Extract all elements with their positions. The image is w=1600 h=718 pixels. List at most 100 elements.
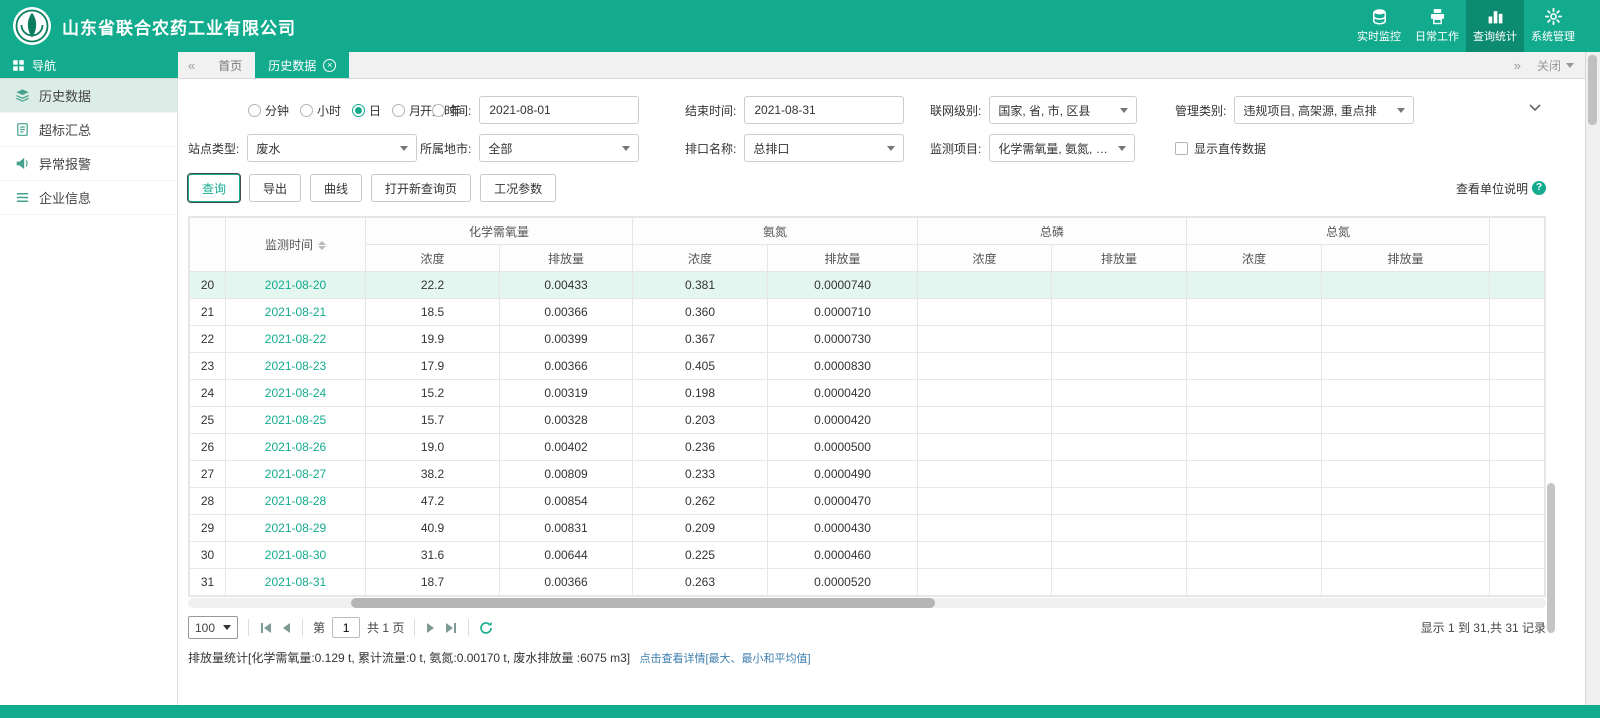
outlet-select[interactable]: 总排口 — [744, 134, 904, 162]
table-row[interactable]: 212021-08-2118.50.003660.3600.0000710 — [190, 299, 1545, 326]
refresh-icon[interactable] — [479, 621, 493, 635]
export-button[interactable]: 导出 — [249, 174, 301, 202]
first-page-button[interactable] — [259, 622, 273, 634]
city-select[interactable]: 全部 — [479, 134, 639, 162]
start-time-field: 开始时间: — [420, 96, 685, 124]
monitor-items-label: 监测项目: — [930, 140, 981, 157]
last-page-button[interactable] — [444, 622, 458, 634]
sidebar-item-label: 企业信息 — [39, 188, 91, 207]
start-time-input[interactable] — [479, 96, 639, 124]
collapse-filters-icon[interactable] — [1528, 101, 1542, 118]
table-row[interactable]: 312021-08-3118.70.003660.2630.0000520 — [190, 569, 1545, 596]
sidebar-item-abnormal-alarm[interactable]: 异常报警 — [0, 147, 177, 181]
sidebar-item-exceed-summary[interactable]: 超标汇总 — [0, 113, 177, 147]
row-value: 15.7 — [366, 407, 500, 434]
sidebar-header: 导航 — [0, 52, 178, 78]
row-value: 0.381 — [633, 272, 768, 299]
sidebar-item-label: 历史数据 — [39, 86, 91, 105]
row-value — [918, 569, 1052, 596]
topnav-system-admin[interactable]: 系统管理 — [1524, 0, 1582, 52]
direct-data-checkbox[interactable] — [1175, 142, 1188, 155]
rownum-header — [190, 218, 226, 272]
table-row[interactable]: 272021-08-2738.20.008090.2330.0000490 — [190, 461, 1545, 488]
row-value — [1052, 353, 1187, 380]
open-new-query-button[interactable]: 打开新查询页 — [371, 174, 471, 202]
outlet-value: 总排口 — [753, 140, 789, 157]
row-date: 2021-08-29 — [226, 515, 366, 542]
filter-row-1: 分钟小时日月年 开始时间: 结束时间: 联网级别: 国家, 省, 市, 区县 — [188, 91, 1546, 129]
row-value: 18.5 — [366, 299, 500, 326]
end-time-input[interactable] — [744, 96, 904, 124]
row-date: 2021-08-31 — [226, 569, 366, 596]
unit-help-link[interactable]: 查看单位说明 ? — [1456, 180, 1546, 197]
manage-type-select[interactable]: 违规项目, 高架源, 重点排 — [1234, 96, 1414, 124]
row-date: 2021-08-27 — [226, 461, 366, 488]
table-row[interactable]: 232021-08-2317.90.003660.4050.0000830 — [190, 353, 1545, 380]
next-page-button[interactable] — [425, 622, 437, 634]
station-type-select[interactable]: 废水 — [247, 134, 417, 162]
group-header-tp: 总磷 — [918, 218, 1187, 245]
row-filler — [1490, 461, 1545, 488]
sidebar-item-enterprise-info[interactable]: 企业信息 — [0, 181, 177, 215]
filler-header — [1490, 218, 1545, 272]
sort-icon[interactable] — [318, 241, 326, 250]
topnav-daily-work[interactable]: 日常工作 — [1408, 0, 1466, 52]
city-value: 全部 — [488, 140, 512, 157]
close-tabs-menu[interactable]: 关闭 — [1531, 52, 1580, 78]
curve-button[interactable]: 曲线 — [310, 174, 362, 202]
network-level-select[interactable]: 国家, 省, 市, 区县 — [989, 96, 1137, 124]
page-number-input[interactable] — [332, 617, 360, 638]
table-row[interactable]: 242021-08-2415.20.003190.1980.0000420 — [190, 380, 1545, 407]
tab-history-data[interactable]: 历史数据 × — [255, 52, 349, 78]
row-value — [1322, 272, 1490, 299]
row-value — [1187, 272, 1322, 299]
condition-params-button[interactable]: 工况参数 — [480, 174, 556, 202]
table-header-groups: 监测时间 化学需氧量 氨氮 总磷 总氮 — [190, 218, 1545, 245]
row-value: 19.9 — [366, 326, 500, 353]
row-value: 0.00402 — [500, 434, 633, 461]
table-row[interactable]: 202021-08-2022.20.004330.3810.0000740 — [190, 272, 1545, 299]
horizontal-scrollbar-thumb[interactable] — [351, 598, 935, 608]
row-number: 23 — [190, 353, 226, 380]
company-logo-icon — [12, 6, 52, 46]
tabs-scroll-left-icon[interactable]: « — [178, 52, 205, 78]
period-radio-minute[interactable]: 分钟 — [248, 102, 289, 119]
table-row[interactable]: 302021-08-3031.60.006440.2250.0000460 — [190, 542, 1545, 569]
page-size-select[interactable]: 100 — [188, 616, 238, 639]
table-row[interactable]: 282021-08-2847.20.008540.2620.0000470 — [190, 488, 1545, 515]
stats-detail-link[interactable]: 点击查看详情[最大、最小和平均值] — [639, 653, 810, 665]
topnav-realtime-monitor[interactable]: 实时监控 — [1350, 0, 1408, 52]
row-value — [918, 434, 1052, 461]
table-row[interactable]: 262021-08-2619.00.004020.2360.0000500 — [190, 434, 1545, 461]
gear-icon — [1545, 8, 1562, 25]
city-label: 所属地市: — [420, 140, 471, 157]
filter-panel: 分钟小时日月年 开始时间: 结束时间: 联网级别: 国家, 省, 市, 区县 — [188, 79, 1546, 167]
tabs-scroll-right-icon[interactable]: » — [1504, 52, 1531, 78]
row-value: 0.00366 — [500, 299, 633, 326]
vertical-scrollbar-thumb[interactable] — [1547, 483, 1555, 633]
period-radio-hour[interactable]: 小时 — [300, 102, 341, 119]
page-scrollbar-thumb[interactable] — [1588, 55, 1597, 125]
printer-icon — [1429, 8, 1446, 25]
row-value — [1322, 461, 1490, 488]
tab-home[interactable]: 首页 — [205, 52, 255, 78]
row-value — [1052, 380, 1187, 407]
period-radio-day[interactable]: 日 — [352, 102, 381, 119]
query-button[interactable]: 查询 — [188, 174, 240, 202]
row-value: 0.00328 — [500, 407, 633, 434]
topnav-query-stats[interactable]: 查询统计 — [1466, 0, 1524, 52]
period-radio-month[interactable]: 月 — [392, 102, 421, 119]
stats-text: 排放量统计[化学需氧量:0.129 t, 累计流量:0 t, 氨氮:0.0017… — [188, 651, 630, 665]
sidebar-item-history-data[interactable]: 历史数据 — [0, 79, 177, 113]
table-row[interactable]: 292021-08-2940.90.008310.2090.0000430 — [190, 515, 1545, 542]
row-value: 0.0000730 — [768, 326, 918, 353]
row-value: 0.209 — [633, 515, 768, 542]
monitor-items-select[interactable]: 化学需氧量, 氨氮, 总磷, 总 — [989, 134, 1135, 162]
table-row[interactable]: 252021-08-2515.70.003280.2030.0000420 — [190, 407, 1545, 434]
table-row[interactable]: 222021-08-2219.90.003990.3670.0000730 — [190, 326, 1545, 353]
time-column-header[interactable]: 监测时间 — [226, 218, 366, 272]
row-value: 31.6 — [366, 542, 500, 569]
end-time-field: 结束时间: — [685, 96, 930, 124]
close-tab-icon[interactable]: × — [323, 59, 336, 72]
prev-page-button[interactable] — [280, 622, 292, 634]
